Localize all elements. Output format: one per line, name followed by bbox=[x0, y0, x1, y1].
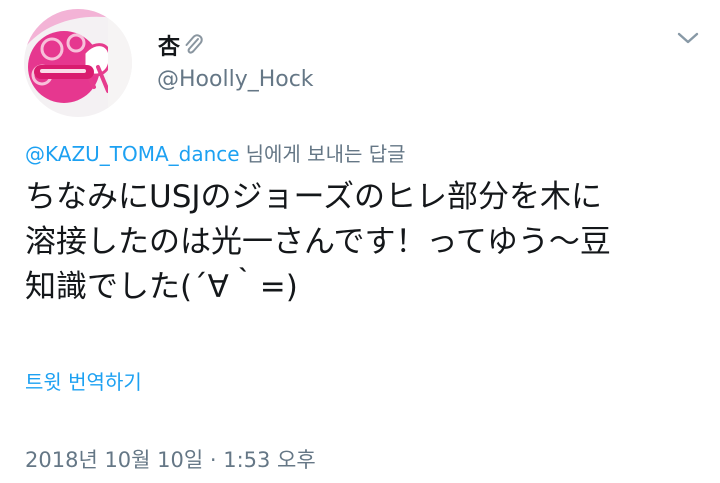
avatar-image bbox=[24, 9, 132, 117]
author-handle[interactable]: @Hoolly_Hock bbox=[157, 66, 314, 94]
reply-context: @KAZU_TOMA_dance 님에게 보내는 답글 bbox=[25, 141, 406, 167]
chevron-down-icon[interactable] bbox=[676, 28, 700, 48]
reply-suffix-text: 님에게 보내는 답글 bbox=[245, 142, 406, 166]
display-name-text: 杏 bbox=[158, 35, 181, 60]
tweet-text: ちなみにUSJのジョーズのヒレ部分を木に 溶接したのは光一さんです！ってゆう〜豆… bbox=[25, 175, 709, 310]
paperclip-icon bbox=[182, 33, 204, 65]
reply-mention-link[interactable]: @KAZU_TOMA_dance bbox=[25, 142, 240, 166]
tweet-line: 知識でした(´∀｀=) bbox=[25, 269, 298, 305]
avatar[interactable] bbox=[24, 9, 132, 117]
tweet-line: 溶接したのは光一さんです！ってゆう〜豆 bbox=[25, 224, 611, 260]
tweet-timestamp: 2018년 10월 10일 · 1:53 오후 bbox=[25, 448, 316, 472]
tweet-line: ちなみにUSJのジョーズのヒレ部分を木に bbox=[25, 179, 602, 215]
translate-tweet-link[interactable]: 트윗 번역하기 bbox=[25, 369, 142, 395]
author-display-name[interactable]: 杏 bbox=[158, 33, 204, 65]
